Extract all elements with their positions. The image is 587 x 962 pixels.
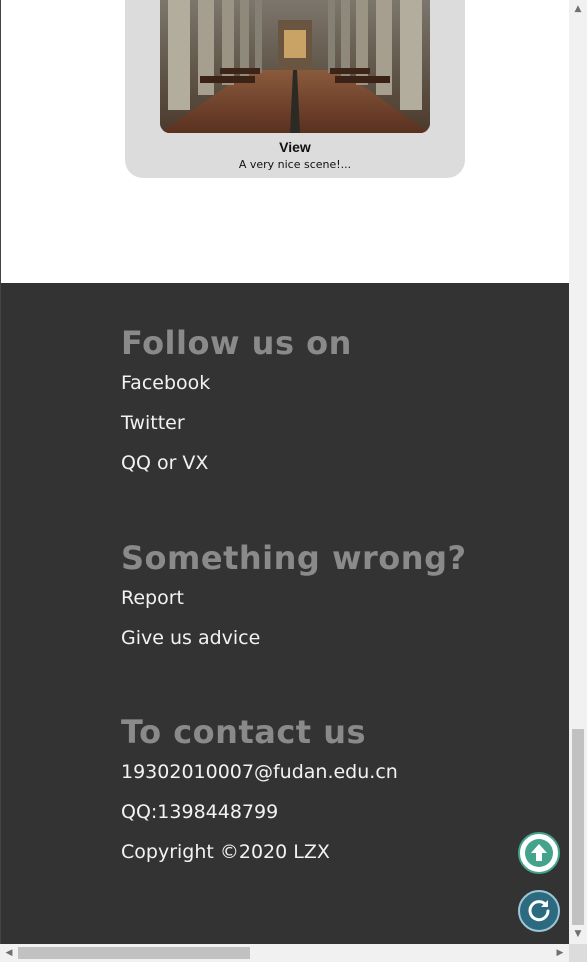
horizontal-scrollbar[interactable]: ◀ ▶ <box>0 944 569 962</box>
refresh-button[interactable] <box>518 890 560 932</box>
scrollbar-corner <box>569 944 587 962</box>
card-description: A very nice scene!... <box>238 158 352 171</box>
arrow-up-icon <box>525 839 553 867</box>
scroll-top-button[interactable] <box>518 832 560 874</box>
refresh-icon <box>528 900 550 922</box>
qq-vx-link[interactable]: QQ or VX <box>121 443 352 483</box>
feedback-section: Something wrong? Report Give us advice <box>121 538 467 658</box>
vertical-scrollbar[interactable]: ▲ ▼ <box>569 0 587 944</box>
footer: Follow us on Facebook Twitter QQ or VX S… <box>1 283 569 944</box>
advice-link[interactable]: Give us advice <box>121 618 467 658</box>
card-image[interactable] <box>160 0 430 133</box>
image-card[interactable]: View A very nice scene!... <box>125 0 465 178</box>
scroll-left-arrow-icon[interactable]: ◀ <box>1 945 17 961</box>
horizontal-scroll-thumb[interactable] <box>18 947 250 959</box>
follow-section: Follow us on Facebook Twitter QQ or VX <box>121 323 352 483</box>
contact-heading: To contact us <box>121 713 367 751</box>
copyright: Copyright ©2020 LZX <box>121 841 330 863</box>
report-link[interactable]: Report <box>121 578 467 618</box>
scroll-down-arrow-icon[interactable]: ▼ <box>570 926 586 942</box>
vertical-scroll-thumb[interactable] <box>572 729 584 925</box>
contact-qq: QQ:1398448799 <box>121 801 279 823</box>
church-interior-image <box>160 0 430 133</box>
follow-heading: Follow us on <box>121 324 352 362</box>
card-title: View <box>279 139 311 155</box>
contact-email: 19302010007@fudan.edu.cn <box>121 761 398 783</box>
scroll-right-arrow-icon[interactable]: ▶ <box>552 945 568 961</box>
scroll-up-arrow-icon[interactable]: ▲ <box>570 1 586 17</box>
contact-section: To contact us 19302010007@fudan.edu.cn Q… <box>121 712 398 872</box>
facebook-link[interactable]: Facebook <box>121 363 352 403</box>
twitter-link[interactable]: Twitter <box>121 403 352 443</box>
feedback-heading: Something wrong? <box>121 539 467 577</box>
